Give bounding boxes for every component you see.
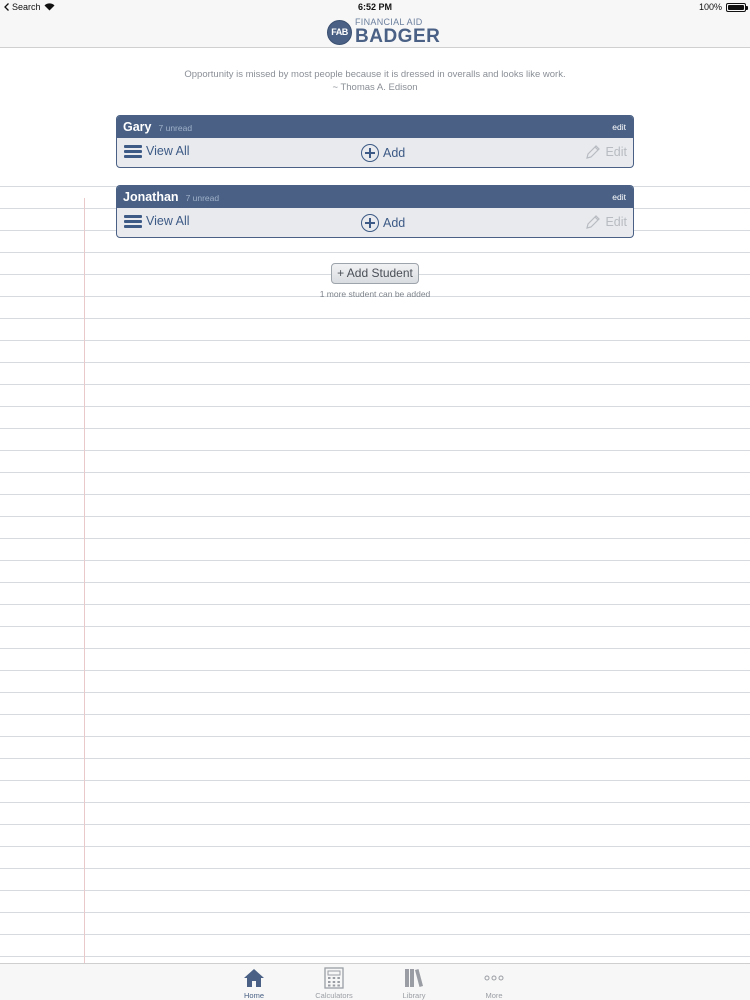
- home-icon: [244, 969, 264, 987]
- battery-status: 100%: [698, 2, 748, 12]
- pencil-icon: [586, 215, 601, 229]
- nav-bar: FAB FINANCIAL AID BADGER: [0, 15, 750, 48]
- notebook-margin-line: [84, 198, 85, 963]
- edit-student-link[interactable]: edit: [612, 192, 626, 202]
- tab-bar: Home Calculators Library More: [0, 963, 750, 1000]
- add-button[interactable]: Add: [361, 144, 405, 162]
- more-icon: [484, 975, 504, 981]
- list-icon: [124, 144, 142, 158]
- student-card-header: Gary 7 unread edit: [117, 116, 633, 138]
- add-label: Add: [383, 146, 406, 160]
- student-card: Gary 7 unread edit View All Add Edit: [116, 115, 634, 168]
- status-bar: Search 6:52 PM 100%: [0, 0, 750, 15]
- battery-percent: 100%: [698, 2, 722, 12]
- plus-circle-icon: [361, 214, 379, 232]
- app-screen: Search 6:52 PM 100% FAB FINANCIAL AID BA…: [0, 0, 750, 1000]
- edit-student-link[interactable]: edit: [612, 122, 626, 132]
- add-student-button[interactable]: + Add Student: [331, 263, 419, 284]
- edit-button[interactable]: Edit: [585, 214, 627, 230]
- view-all-label: View All: [146, 144, 190, 158]
- view-all-button[interactable]: View All: [124, 144, 190, 158]
- main-content[interactable]: Opportunity is missed by most people bec…: [0, 48, 750, 963]
- tab-label: More: [485, 991, 503, 1000]
- unread-count: 7 unread: [185, 193, 220, 203]
- tab-calculators[interactable]: Calculators: [294, 966, 374, 1000]
- status-time: 6:52 PM: [357, 2, 392, 12]
- tab-label: Calculators: [315, 991, 353, 1000]
- add-button[interactable]: Add: [361, 214, 405, 232]
- quote-text: Opportunity is missed by most people bec…: [184, 69, 566, 80]
- logo-monogram: FAB: [327, 19, 352, 45]
- logo-line-2: BADGER: [355, 26, 441, 47]
- add-label: Add: [383, 216, 406, 230]
- library-icon: [405, 969, 423, 987]
- student-card: Jonathan 7 unread edit View All Add Edit: [116, 185, 634, 238]
- tab-more[interactable]: More: [454, 966, 534, 1000]
- quote-author: ~ Thomas A. Edison: [332, 82, 418, 93]
- tab-label: Library: [402, 991, 426, 1000]
- view-all-label: View All: [146, 214, 190, 228]
- app-logo: FAB FINANCIAL AID BADGER: [327, 18, 440, 46]
- edit-label: Edit: [605, 145, 627, 159]
- plus-circle-icon: [361, 144, 379, 162]
- edit-label: Edit: [605, 215, 627, 229]
- student-card-header: Jonathan 7 unread edit: [117, 186, 633, 208]
- tab-label: Home: [243, 991, 264, 1000]
- add-student-note: 1 more student can be added: [319, 289, 431, 299]
- list-icon: [124, 214, 142, 228]
- tab-home[interactable]: Home: [214, 966, 294, 1000]
- pencil-icon: [586, 145, 601, 159]
- student-name: Gary: [123, 120, 152, 134]
- calculator-icon: [324, 967, 344, 989]
- quote: Opportunity is missed by most people bec…: [0, 68, 750, 94]
- unread-count: 7 unread: [158, 123, 193, 133]
- battery-icon: [726, 2, 748, 12]
- student-name: Jonathan: [123, 190, 179, 204]
- edit-button[interactable]: Edit: [585, 144, 627, 160]
- view-all-button[interactable]: View All: [124, 214, 190, 228]
- tab-library[interactable]: Library: [374, 966, 454, 1000]
